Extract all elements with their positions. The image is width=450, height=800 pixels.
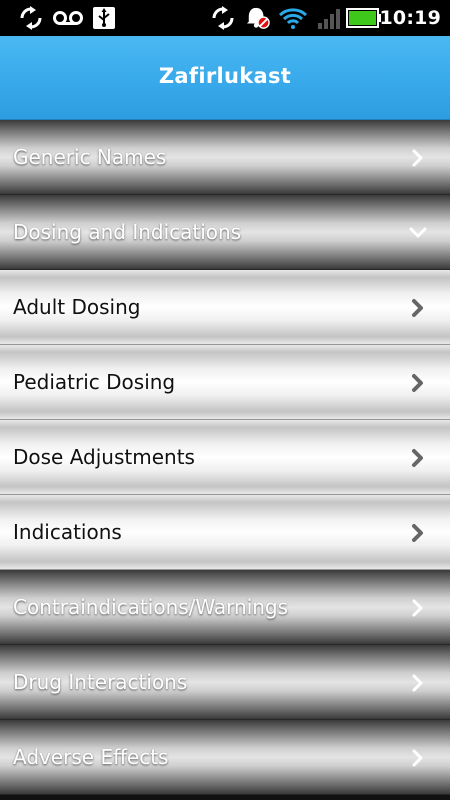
chevron-right-icon — [412, 374, 423, 392]
wifi-icon — [278, 8, 308, 29]
list-item-label: Generic Names — [13, 145, 167, 169]
sync-icon — [20, 6, 42, 30]
chevron-right-icon — [412, 299, 423, 317]
voicemail-icon — [53, 11, 83, 25]
alarm-off-icon — [246, 7, 270, 29]
title-bar: Zafirlukast — [0, 36, 450, 120]
list-item-dose-adjustments[interactable]: Dose Adjustments — [0, 420, 450, 495]
chevron-right-icon — [412, 674, 423, 692]
list-item-label: Drug Interactions — [13, 670, 188, 694]
list-item-label: Contraindications/Warnings — [13, 595, 289, 619]
list-item-dosing-and-indications[interactable]: Dosing and Indications — [0, 195, 450, 270]
list-item-generic-names[interactable]: Generic Names — [0, 120, 450, 195]
usb-icon — [93, 7, 115, 29]
chevron-down-icon — [409, 227, 427, 238]
list-item-adult-dosing[interactable]: Adult Dosing — [0, 270, 450, 345]
page-title: Zafirlukast — [158, 64, 292, 88]
list-item-adverse-effects[interactable]: Adverse Effects — [0, 720, 450, 795]
chevron-right-icon — [412, 149, 423, 167]
list-item-label: Adverse Effects — [13, 745, 169, 769]
chevron-right-icon — [412, 599, 423, 617]
list-item-contraindications-warnings[interactable]: Contraindications/Warnings — [0, 570, 450, 645]
status-time: 10:19 — [379, 7, 441, 29]
signal-icon — [318, 9, 340, 29]
chevron-right-icon — [412, 749, 423, 767]
chevron-right-icon — [412, 524, 423, 542]
list-item-label: Dose Adjustments — [13, 445, 195, 469]
chevron-right-icon — [412, 449, 423, 467]
sync-icon — [212, 6, 234, 30]
menu-list: Generic Names Dosing and Indications Adu… — [0, 120, 450, 800]
status-bar: 10:19 — [0, 0, 450, 36]
battery-icon — [346, 8, 381, 28]
list-item-pediatric-dosing[interactable]: Pediatric Dosing — [0, 345, 450, 420]
list-item-label: Indications — [13, 520, 122, 544]
list-item-indications[interactable]: Indications — [0, 495, 450, 570]
list-item-label: Pediatric Dosing — [13, 370, 176, 394]
list-item-drug-interactions[interactable]: Drug Interactions — [0, 645, 450, 720]
list-item-label: Adult Dosing — [13, 295, 141, 319]
list-item-label: Dosing and Indications — [13, 220, 242, 244]
